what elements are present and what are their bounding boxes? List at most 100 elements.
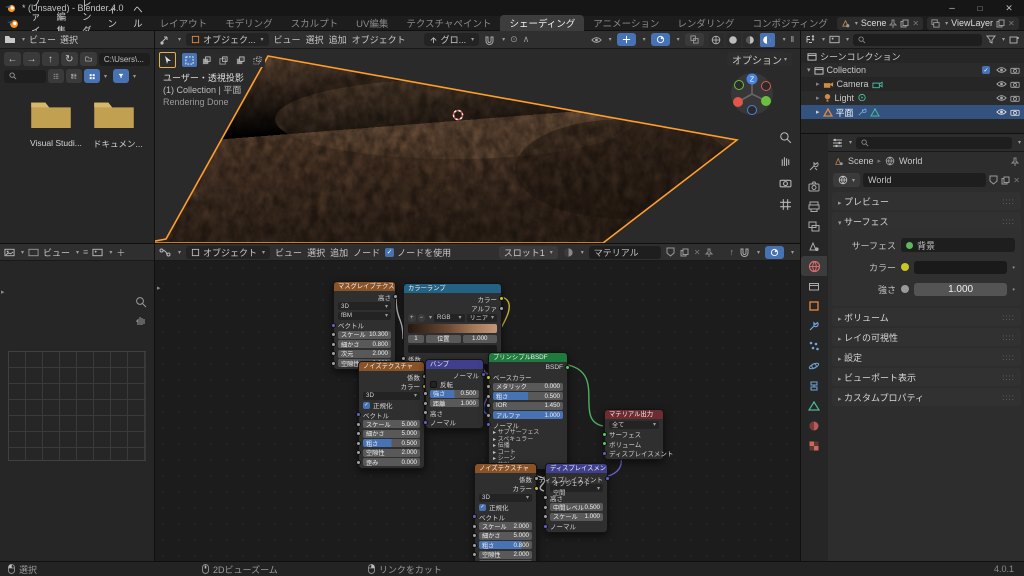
transform-orientation-dropdown[interactable]: グロ...▾ xyxy=(424,33,480,46)
select-tool-button[interactable] xyxy=(159,52,176,68)
node-header[interactable]: バンプ xyxy=(426,360,483,369)
node-header[interactable]: ノイズテクスチャ xyxy=(475,464,536,473)
overlays-toggle-button[interactable] xyxy=(651,33,670,46)
roughness-field[interactable]: 粗さ0.500 xyxy=(363,439,420,447)
tab-modifiers[interactable] xyxy=(801,316,827,336)
normalize-checkbox[interactable]: ✓正規化 xyxy=(479,503,532,511)
socket-height-input[interactable] xyxy=(423,410,428,415)
socket-normal-input[interactable] xyxy=(423,420,428,425)
dimension-field[interactable]: 次元2.000 xyxy=(338,350,391,358)
folder-item-documents[interactable]: ドキュメン... xyxy=(93,97,143,150)
socket-vector-input[interactable] xyxy=(331,323,336,328)
tab-render[interactable] xyxy=(801,176,827,196)
maximize-button[interactable]: □ xyxy=(966,0,994,16)
workspace-tab-compositing[interactable]: コンポジティング xyxy=(743,15,836,31)
world-name-field[interactable]: World xyxy=(863,173,986,187)
panel-custom-properties[interactable]: ▸ カスタムプロパティ:::: xyxy=(832,388,1021,406)
socket-detail-input[interactable] xyxy=(331,342,336,347)
panel-volume[interactable]: ▸ ボリューム:::: xyxy=(832,308,1021,326)
toggle-grid-gizmo-icon[interactable] xyxy=(779,198,792,211)
ramp-stop-index-field[interactable]: 1 xyxy=(408,335,424,343)
xray-toggle-button[interactable] xyxy=(685,33,704,46)
mode-dropdown[interactable]: オブジェク...▾ xyxy=(186,33,269,46)
tab-output[interactable] xyxy=(801,196,827,216)
workspace-tab-texpaint[interactable]: テクスチャペイント xyxy=(397,15,500,31)
refresh-button[interactable]: ↻ xyxy=(61,52,78,66)
workspace-tab-modeling[interactable]: モデリング xyxy=(216,15,282,31)
display-mode-icon[interactable] xyxy=(829,35,840,44)
hide-eye-icon[interactable] xyxy=(996,80,1007,88)
scale-field[interactable]: スケール10.300 xyxy=(338,331,391,339)
socket-vector-input[interactable] xyxy=(356,412,361,417)
camera-view-gizmo-icon[interactable] xyxy=(779,177,792,188)
world-color-swatch[interactable] xyxy=(914,261,1007,274)
socket-vector-input[interactable] xyxy=(472,514,477,519)
hamburger-icon[interactable]: ≡ xyxy=(83,247,88,257)
socket-normal-input[interactable] xyxy=(486,422,491,427)
disable-render-camera-icon[interactable] xyxy=(1010,94,1020,102)
strength-slider[interactable]: 1.000 xyxy=(914,283,1007,296)
select-mode-box-button[interactable] xyxy=(182,53,197,67)
hide-eye-icon[interactable] xyxy=(996,108,1007,116)
distortion-field[interactable]: 歪み0.000 xyxy=(363,458,420,466)
nav-back-button[interactable]: ← xyxy=(4,52,21,66)
select-mode-extend-button[interactable] xyxy=(199,53,214,67)
disclosure-triangle[interactable]: ▾ xyxy=(807,66,811,74)
pin-icon[interactable] xyxy=(1011,157,1019,166)
image-menu-view[interactable]: ビュー xyxy=(43,246,70,259)
select-mode-intersect-button[interactable] xyxy=(250,53,265,67)
ior-field[interactable]: IOR1.450 xyxy=(493,402,563,410)
socket-alpha-output[interactable] xyxy=(499,306,504,311)
panel-settings[interactable]: ▸ 設定:::: xyxy=(832,348,1021,366)
disable-render-camera-icon[interactable] xyxy=(1010,108,1020,116)
ramp-stop-color-swatch[interactable] xyxy=(408,345,497,353)
ramp-position-label[interactable]: 位置 xyxy=(426,335,461,343)
view-mode-icon[interactable] xyxy=(28,248,39,257)
tab-view-layer[interactable] xyxy=(801,216,827,236)
workspace-tab-animation[interactable]: アニメーション xyxy=(584,15,668,31)
workspace-tab-rendering[interactable]: レンダリング xyxy=(668,15,743,31)
falloff-curve-icon[interactable]: ∧ xyxy=(523,34,530,45)
ramp-gradient-bar[interactable] xyxy=(408,324,497,333)
fake-user-shield-icon[interactable] xyxy=(989,175,998,185)
disclosure-triangle[interactable]: ▸ xyxy=(816,108,820,116)
socket-color-output[interactable] xyxy=(534,486,539,491)
outliner-row-scene-collection[interactable]: シーンコレクション xyxy=(801,49,1024,63)
proportional-edit-icon[interactable]: ⊙ xyxy=(510,34,518,45)
tab-particles[interactable] xyxy=(801,336,827,356)
panel-expand-arrow[interactable]: ▸ xyxy=(1,288,5,296)
viewport-menu-select[interactable]: 選択 xyxy=(306,33,324,46)
displacement-space-select[interactable]: オブジェクト空間▾ xyxy=(550,484,603,492)
node-header[interactable]: マテリアル出力 xyxy=(605,410,663,419)
scene-selector[interactable]: ▾ Scene ✕ xyxy=(837,17,923,30)
normalize-checkbox[interactable]: ✓正規化 xyxy=(363,401,420,409)
folder-item-visual-studio[interactable]: Visual Studi... xyxy=(30,97,82,148)
socket-bsdf-output[interactable] xyxy=(565,365,570,370)
roughness-field[interactable]: 粗さ0.500 xyxy=(493,392,563,400)
detail-field[interactable]: 細かさ5.000 xyxy=(363,430,420,438)
tab-constraints[interactable] xyxy=(801,376,827,396)
options-dropdown[interactable]: オプション▾ xyxy=(727,52,792,66)
socket-color-output[interactable] xyxy=(499,296,504,301)
outliner-editor-icon[interactable] xyxy=(805,35,816,44)
copy-icon[interactable] xyxy=(996,19,1005,28)
display-options-caret[interactable]: ▾ xyxy=(104,73,107,80)
tab-object-data[interactable] xyxy=(801,396,827,416)
detail-field[interactable]: 細かさ0.800 xyxy=(338,340,391,348)
strength-field[interactable]: 強さ0.500 xyxy=(430,390,479,398)
breadcrumb-scene[interactable]: Scene xyxy=(848,156,874,166)
tab-material[interactable] xyxy=(801,416,827,436)
ramp-tools-caret[interactable]: ▾ xyxy=(429,314,432,321)
ramp-color-mode-select[interactable]: RGB▾ xyxy=(434,314,464,322)
node-header[interactable]: カラーランプ xyxy=(404,284,501,293)
hide-eye-icon[interactable] xyxy=(996,94,1007,102)
socket-normal-input[interactable] xyxy=(543,524,548,529)
shading-solid-button[interactable] xyxy=(726,33,741,47)
socket-displacement-output[interactable] xyxy=(605,476,610,481)
blender-menu-icon[interactable] xyxy=(7,18,20,29)
socket-height-output[interactable] xyxy=(393,294,398,299)
copy-icon[interactable] xyxy=(1001,176,1010,185)
alpha-field[interactable]: アルファ1.000 xyxy=(493,411,563,419)
panel-preview[interactable]: ▸ プレビュー:::: xyxy=(832,192,1021,210)
viewport-3d[interactable]: ▾ オブジェク...▾ ビュー 選択 追加 オブジェクト グロ...▾ ▾ ⊙ … xyxy=(155,31,800,243)
